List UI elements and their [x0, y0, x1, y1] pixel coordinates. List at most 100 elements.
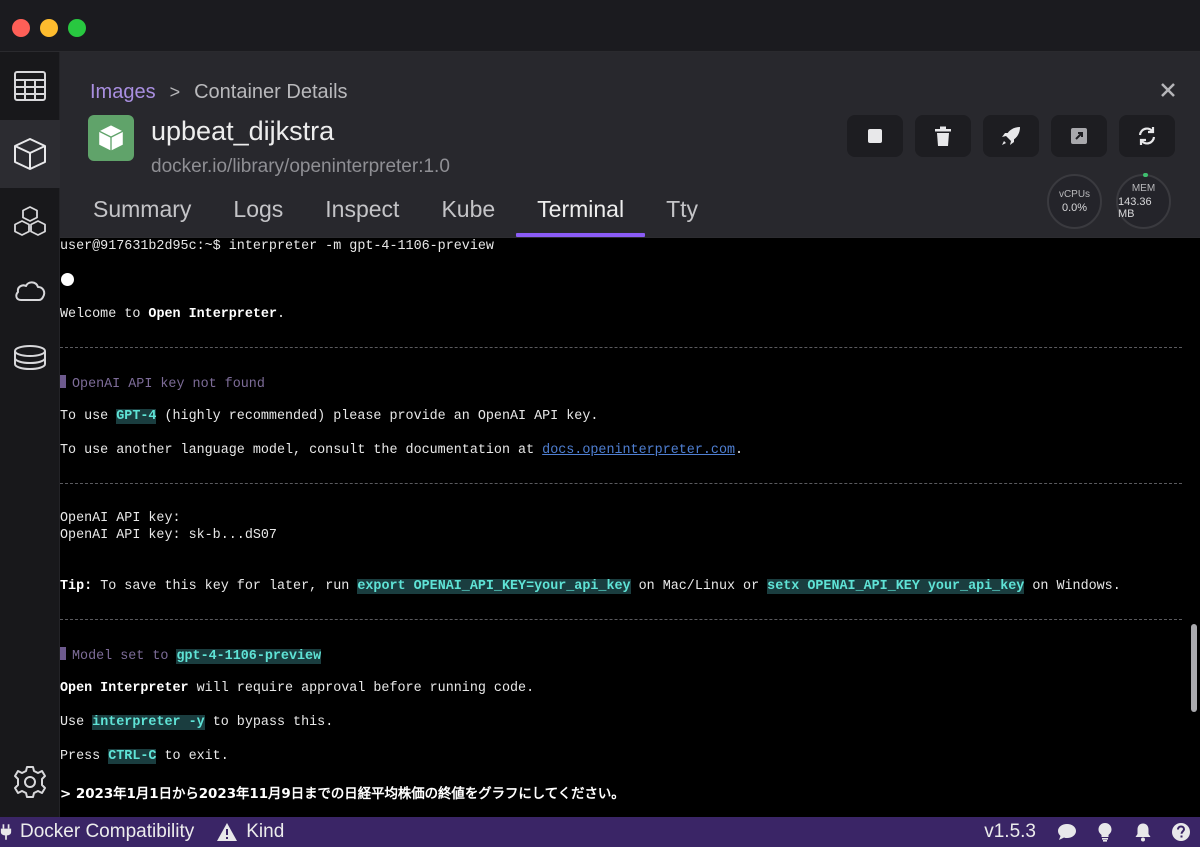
nav-containers[interactable] [0, 120, 60, 188]
bullet-icon [61, 273, 74, 286]
container-status-icon [88, 115, 134, 161]
docker-compat-item[interactable]: Docker Compatibility [0, 821, 194, 843]
tab-kube[interactable]: Kube [420, 195, 516, 237]
tab-logs[interactable]: Logs [212, 195, 304, 237]
kind-label: Kind [246, 821, 285, 842]
exit-line: Press CTRL-C to exit. [60, 749, 229, 764]
lightbulb-icon [1098, 823, 1112, 842]
approval-product: Open Interpreter [60, 681, 189, 696]
tip-export-cmd: export OPENAI_API_KEY=your_api_key [357, 579, 631, 594]
window-minimize-button[interactable] [40, 19, 58, 37]
welcome-text: Welcome to [60, 307, 149, 322]
bell-icon [1135, 823, 1151, 842]
breadcrumb-images-link[interactable]: Images [90, 81, 156, 104]
user-input-line: > 2023年1月1日から2023年11月9日までの日経平均株価の終値をグラフに… [60, 787, 625, 802]
docs-link[interactable]: docs.openinterpreter.com [542, 443, 735, 458]
welcome-line: Welcome to Open Interpreter. [60, 307, 285, 322]
container-details-header: Images > Container Details upbeat_dijkst… [60, 52, 1200, 237]
help-icon [1172, 823, 1190, 841]
memory-gauge-arc [1143, 173, 1148, 177]
terminal-scrollbar[interactable] [1191, 624, 1197, 712]
chat-icon [1058, 824, 1076, 840]
close-icon [1161, 83, 1175, 97]
docker-compat-label: Docker Compatibility [20, 821, 195, 842]
memory-value: 143.36 MB [1118, 196, 1152, 220]
volumes-icon [14, 345, 46, 371]
terminal-output[interactable]: user@917631b2d95c:~$ interpreter -m gpt-… [60, 237, 1200, 817]
bypass-line: Use interpreter -y to bypass this. [60, 715, 333, 730]
window-maximize-button[interactable] [68, 19, 86, 37]
tip-mid: on Mac/Linux or [630, 579, 768, 594]
nav-settings[interactable] [0, 748, 60, 816]
breadcrumb-current: Container Details [194, 81, 348, 103]
tip-label: Tip: [60, 579, 93, 594]
gpt4-line-post: (highly recommended) please provide an O… [156, 409, 599, 424]
rocket-icon [1002, 127, 1020, 145]
tab-terminal[interactable]: Terminal [516, 195, 646, 237]
tab-inspect[interactable]: Inspect [304, 195, 420, 237]
help-button[interactable] [1162, 817, 1200, 847]
tip-setx-cmd: setx OPENAI_API_KEY your_api_key [767, 579, 1025, 594]
divider [60, 347, 1182, 348]
external-link-icon [1071, 128, 1087, 144]
close-button[interactable] [1158, 80, 1178, 100]
cpu-gauge: vCPUs 0.0% [1047, 174, 1102, 229]
restart-icon [1138, 127, 1156, 145]
status-bar-right: v1.5.3 [984, 817, 1200, 847]
breadcrumb: Images > Container Details [90, 81, 348, 104]
dashboard-icon [14, 71, 46, 101]
gpt4-code: GPT-4 [116, 409, 157, 424]
tips-button[interactable] [1086, 817, 1124, 847]
window-close-button[interactable] [12, 19, 30, 37]
detail-tabs: Summary Logs Inspect Kube Terminal Tty [93, 195, 719, 237]
images-icon [15, 281, 46, 301]
plug-icon [0, 824, 12, 840]
cpu-value: 0.0% [1061, 202, 1088, 214]
containers-icon [14, 138, 46, 170]
notifications-button[interactable] [1124, 817, 1162, 847]
quote-bar [60, 647, 66, 660]
model-line: Model set to gpt-4-1106-preview [60, 647, 322, 664]
approval-text: will require approval before running cod… [188, 681, 535, 696]
approval-line: Open Interpreter will require approval b… [60, 681, 534, 696]
feedback-button[interactable] [1048, 817, 1086, 847]
version-label[interactable]: v1.5.3 [984, 821, 1036, 843]
restart-button[interactable] [1119, 115, 1175, 157]
memory-label: MEM [1131, 183, 1156, 194]
tip-line: Tip: To save this key for later, run exp… [60, 579, 1121, 594]
cpu-label: vCPUs [1058, 189, 1091, 200]
tab-tty[interactable]: Tty [645, 195, 719, 237]
window-titlebar [0, 0, 1200, 52]
tab-summary[interactable]: Summary [93, 195, 212, 237]
bypass-post: to bypass this. [204, 715, 334, 730]
kind-item[interactable]: Kind [216, 821, 284, 843]
open-browser-button[interactable] [1051, 115, 1107, 157]
deploy-button[interactable] [983, 115, 1039, 157]
quote-bar [60, 375, 66, 388]
bypass-cmd: interpreter -y [92, 715, 205, 730]
nav-dashboard[interactable] [0, 52, 60, 120]
divider [60, 619, 1182, 620]
nav-images[interactable] [0, 256, 60, 324]
warning-text: OpenAI API key not found [72, 377, 265, 392]
tip-pre: To save this key for later, run [92, 579, 358, 594]
gpt4-line: To use GPT-4 (highly recommended) please… [60, 409, 598, 424]
exit-pre: Press [60, 749, 109, 764]
tip-post: on Windows. [1024, 579, 1121, 594]
docs-line: To use another language model, consult t… [60, 443, 743, 458]
delete-button[interactable] [915, 115, 971, 157]
status-bar: Docker Compatibility Kind v1.5.3 [0, 817, 1200, 847]
api-key-value: OpenAI API key: sk-b...dS07 [60, 528, 277, 543]
settings-icon [14, 766, 46, 798]
divider [60, 483, 1182, 484]
stop-button[interactable] [847, 115, 903, 157]
container-box-icon [97, 124, 125, 152]
model-name: gpt-4-1106-preview [176, 649, 322, 664]
memory-gauge: MEM 143.36 MB [1116, 173, 1171, 229]
docs-line-pre: To use another language model, consult t… [60, 443, 543, 458]
pods-icon [14, 206, 46, 236]
nav-volumes[interactable] [0, 324, 60, 392]
breadcrumb-separator: > [169, 82, 181, 102]
welcome-product: Open Interpreter [148, 307, 277, 322]
nav-pods[interactable] [0, 188, 60, 256]
